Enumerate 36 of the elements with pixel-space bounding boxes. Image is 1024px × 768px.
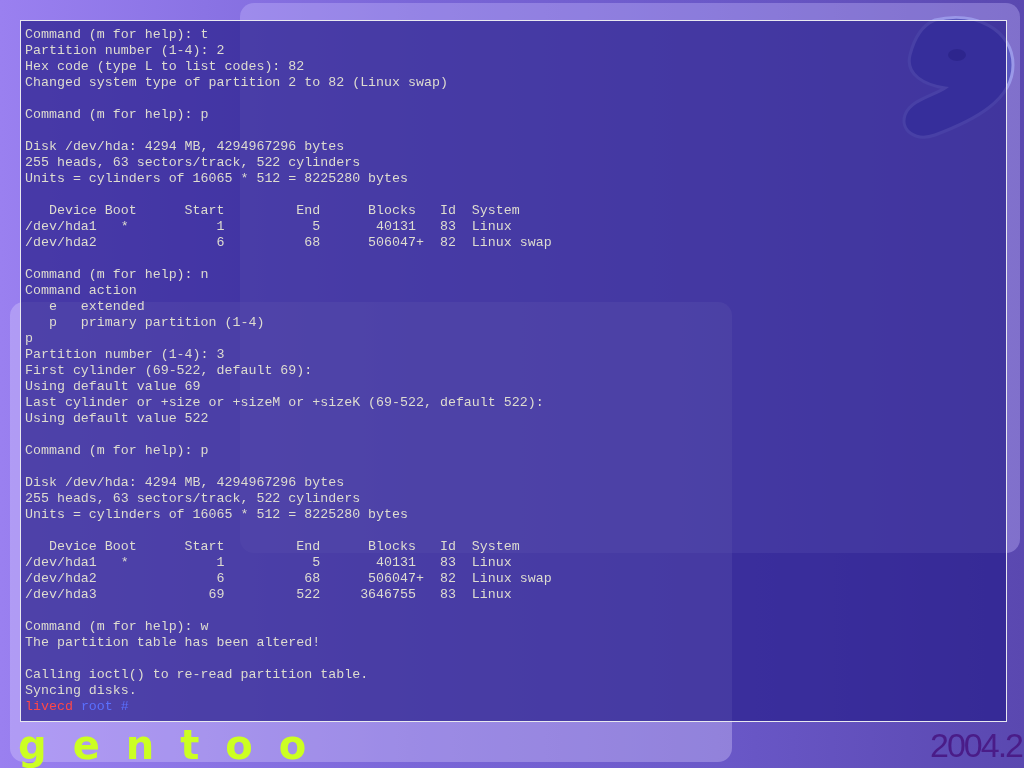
terminal-line: Syncing disks. (25, 683, 137, 698)
terminal-line: Command (m for help): p (25, 107, 209, 122)
terminal-line: Calling ioctl() to re-read partition table. (25, 667, 369, 682)
terminal-line: Last cylinder or +size or +sizeM or +sizeK (69-522, default 522): (25, 395, 544, 410)
terminal-line: /dev/hda2 6 68 506047+ 82 Linux swap (25, 235, 552, 250)
terminal-line: Changed system type of partition 2 to 82 (Linux swap) (25, 75, 448, 90)
terminal-line: The partition table has been altered! (25, 635, 321, 650)
terminal-line: Command (m for help): p (25, 443, 209, 458)
terminal-line: /dev/hda3 69 522 3646755 83 Linux (25, 587, 512, 602)
terminal-line: Disk /dev/hda: 4294 MB, 4294967296 bytes (25, 475, 345, 490)
terminal-line: Units = cylinders of 16065 * 512 = 8225280 bytes (25, 507, 408, 522)
terminal-line: Device Boot Start End Blocks Id System (47, 539, 520, 554)
terminal-line: Partition number (1-4): 2 (25, 43, 225, 58)
terminal-line: p (25, 331, 33, 346)
terminal-line: Command (m for help): t (25, 27, 209, 42)
terminal-line: /dev/hda1 * 1 5 40131 83 Linux (25, 555, 512, 570)
terminal-line: Units = cylinders of 16065 * 512 = 8225280 bytes (25, 171, 408, 186)
terminal-line: Hex code (type L to list codes): 82 (25, 59, 305, 74)
terminal-line: Command (m for help): w (25, 619, 209, 634)
terminal-line: Disk /dev/hda: 4294 MB, 4294967296 bytes (25, 139, 345, 154)
terminal-line: Device Boot Start End Blocks Id System (47, 203, 520, 218)
prompt-symbol: # (120, 699, 129, 714)
terminal-line: Command (m for help): n (25, 267, 209, 282)
terminal-line: Using default value 522 (25, 411, 209, 426)
prompt-user: root (80, 699, 113, 714)
prompt-host: livecd (25, 699, 73, 714)
terminal-line: 255 heads, 63 sectors/track, 522 cylinders (25, 491, 361, 506)
terminal-line: p primary partition (1-4) (47, 315, 265, 330)
terminal-line: First cylinder (69-522, default 69): (25, 363, 313, 378)
terminal-line: 255 heads, 63 sectors/track, 522 cylinders (25, 155, 361, 170)
terminal-line: Partition number (1-4): 3 (25, 347, 225, 362)
terminal-line: e extended (47, 299, 145, 314)
terminal-line: Using default value 69 (25, 379, 201, 394)
terminal-line: /dev/hda1 * 1 5 40131 83 Linux (25, 219, 512, 234)
terminal-line: /dev/hda2 6 68 506047+ 82 Linux swap (25, 571, 552, 586)
terminal-line: Command action (25, 283, 137, 298)
